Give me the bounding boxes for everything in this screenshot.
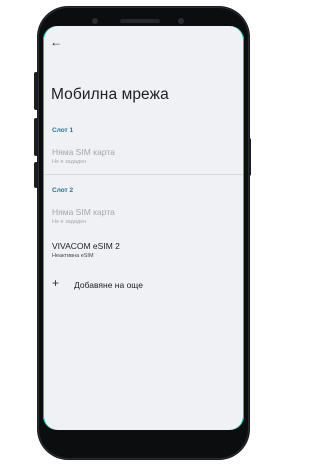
sensor-bar bbox=[92, 18, 188, 24]
front-camera-icon bbox=[178, 18, 184, 24]
page-title: Мобилна мрежа bbox=[51, 86, 169, 103]
divider bbox=[43, 174, 244, 175]
slot2-sim-status: Не е зададен bbox=[52, 219, 87, 225]
screen: ← Мобилна мрежа Слот 1 Няма SIM карта Не… bbox=[43, 26, 244, 430]
sensor-dot bbox=[92, 18, 98, 24]
plus-icon: + bbox=[52, 276, 60, 290]
slot1-sim-status: Не е зададен bbox=[52, 159, 87, 165]
earpiece-speaker bbox=[120, 19, 160, 23]
slot2-section-header: Слот 2 bbox=[52, 187, 74, 194]
slot1-section-header: Слот 1 bbox=[52, 127, 74, 134]
esim-status: Неактивна eSIM bbox=[52, 253, 94, 259]
slot1-sim-name[interactable]: Няма SIM карта bbox=[52, 147, 115, 157]
slot2-sim-name[interactable]: Няма SIM карта bbox=[52, 207, 115, 217]
back-arrow-icon[interactable]: ← bbox=[50, 36, 62, 48]
esim-name[interactable]: VIVACOM eSIM 2 bbox=[52, 241, 120, 251]
add-more-label: Добавяне на още bbox=[74, 280, 143, 290]
